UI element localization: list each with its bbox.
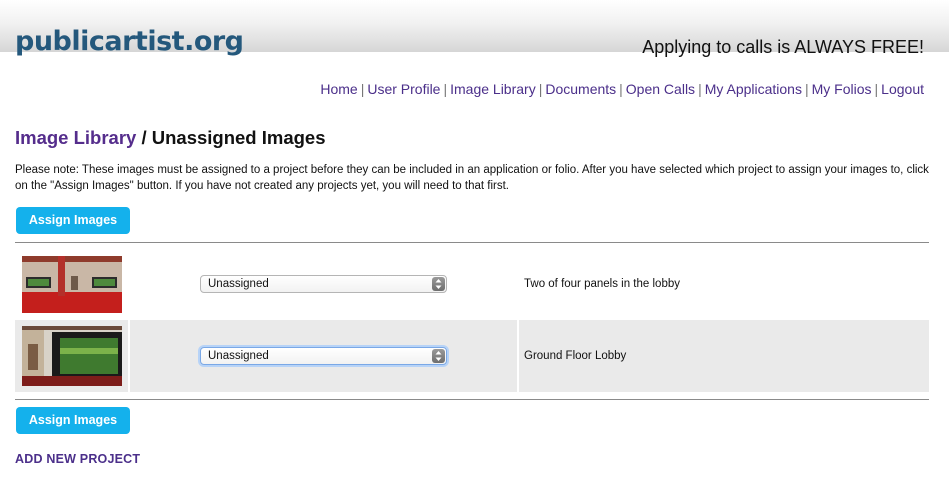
instruction-note: Please note: These images must be assign… — [15, 164, 929, 192]
image-row: Unassigned Two of four panels in the lob… — [15, 250, 929, 318]
header-tagline: Applying to calls is ALWAYS FREE! — [642, 37, 924, 57]
project-select-value: Unassigned — [208, 278, 269, 290]
nav-open-calls[interactable]: Open Calls — [626, 81, 695, 97]
image-caption: Ground Floor Lobby — [524, 350, 627, 362]
project-select[interactable]: Unassigned — [200, 275, 447, 293]
nav-separator: | — [619, 81, 623, 97]
select-arrows-icon — [432, 277, 445, 291]
assign-images-button-bottom[interactable]: Assign Images — [16, 407, 130, 434]
nav-separator: | — [443, 81, 448, 97]
top-nav: Home | User Profile | Image Library | Document… — [320, 81, 924, 97]
nav-documents[interactable]: Documents — [545, 81, 616, 97]
breadcrumb-current: Unassigned Images — [151, 127, 326, 148]
image-caption: Two of four panels in the lobby — [524, 278, 680, 290]
nav-separator: | — [360, 81, 365, 97]
nav-my-folios[interactable]: My Folios — [812, 81, 872, 97]
select-arrows-icon — [432, 349, 445, 363]
breadcrumb-separator: / — [136, 127, 152, 148]
project-select[interactable]: Unassigned — [200, 347, 447, 365]
cell-divider — [517, 320, 519, 392]
site-header: publicartist.org Applying to calls is AL… — [0, 0, 949, 57]
assign-images-button-top[interactable]: Assign Images — [16, 207, 130, 234]
nav-separator: | — [538, 81, 543, 97]
nav-separator: | — [698, 81, 702, 97]
project-select-value: Unassigned — [208, 350, 269, 362]
nav-separator: | — [804, 81, 809, 97]
divider-top — [15, 242, 929, 243]
nav-home[interactable]: Home — [320, 81, 357, 97]
breadcrumb-image-library[interactable]: Image Library — [15, 127, 136, 148]
site-logo[interactable]: publicartist.org — [15, 26, 244, 57]
nav-image-library[interactable]: Image Library — [450, 81, 536, 97]
image-row: Unassigned Ground Floor Lobby — [15, 320, 929, 392]
page-title: Image Library / Unassigned Images — [15, 127, 326, 149]
nav-user-profile[interactable]: User Profile — [367, 81, 440, 97]
add-new-project-link[interactable]: ADD NEW PROJECT — [15, 452, 140, 466]
image-thumbnail[interactable] — [22, 256, 122, 313]
nav-separator: | — [874, 81, 879, 97]
cell-divider — [128, 320, 130, 392]
nav-logout[interactable]: Logout — [881, 81, 924, 97]
divider-bottom — [15, 399, 929, 400]
image-thumbnail[interactable] — [22, 326, 122, 386]
nav-my-applications[interactable]: My Applications — [705, 81, 802, 97]
